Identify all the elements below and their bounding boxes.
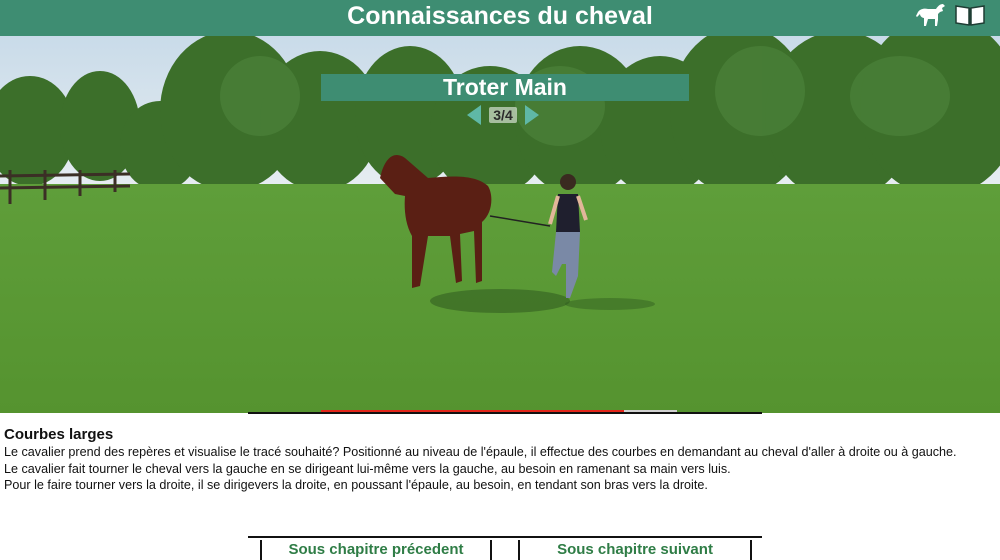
chapter-navigation: Sous chapitre précedent Sous chapitre su…: [248, 536, 762, 560]
book-icon[interactable]: [954, 3, 986, 32]
lesson-text: Courbes larges Le cavalier prend des rep…: [4, 426, 1000, 494]
next-subchapter-button[interactable]: Sous chapitre suivant: [518, 540, 752, 560]
content-divider: [248, 412, 762, 414]
top-title-bar: Connaissances du cheval: [0, 0, 1000, 36]
chapter-title: Troter Main: [321, 74, 689, 101]
previous-subchapter-button[interactable]: Sous chapitre précedent: [260, 540, 492, 560]
next-page-arrow-icon[interactable]: [524, 105, 539, 125]
section-heading: Courbes larges: [4, 426, 114, 443]
paragraph-1: Le cavalier prend des repères et visuali…: [4, 445, 957, 459]
paragraph-3: Pour le faire tourner vers la droite, il…: [4, 478, 708, 492]
app-title: Connaissances du cheval: [347, 2, 653, 30]
previous-page-arrow-icon[interactable]: [467, 105, 482, 125]
page-counter: 3/4: [489, 107, 517, 123]
paragraph-2: Le cavalier fait tourner le cheval vers …: [4, 461, 731, 476]
header-icons: [914, 3, 986, 31]
scene-viewport[interactable]: Troter Main 3/4: [0, 36, 1000, 413]
horse-icon[interactable]: [914, 2, 948, 33]
page-pager: 3/4: [458, 103, 548, 127]
